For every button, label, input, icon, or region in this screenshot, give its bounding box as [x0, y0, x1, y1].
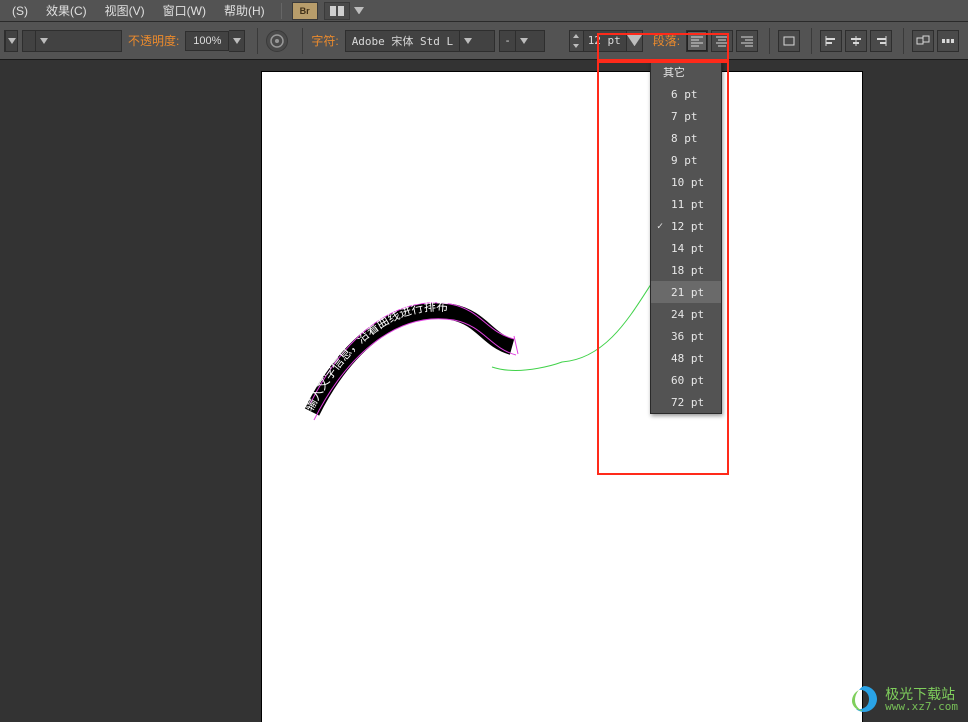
separator — [903, 28, 904, 54]
font-size-menu-item-label: 6 pt — [671, 88, 698, 101]
character-label[interactable]: 字符: — [311, 32, 338, 49]
font-size-menu-item[interactable]: 24 pt — [651, 303, 721, 325]
align-left-button[interactable] — [686, 30, 708, 52]
font-size-menu-item[interactable]: 7 pt — [651, 105, 721, 127]
font-size-menu-item-label: 14 pt — [671, 242, 704, 255]
font-size-spinner[interactable]: 12 pt — [569, 30, 643, 52]
recolor-artwork-icon[interactable] — [266, 30, 288, 52]
font-size-menu-item-label: 12 pt — [671, 220, 704, 233]
font-size-menu-item-label: 36 pt — [671, 330, 704, 343]
menubar-separator — [281, 3, 282, 19]
font-size-menu-item[interactable]: 21 pt — [651, 281, 721, 303]
font-size-menu-item[interactable]: 10 pt — [651, 171, 721, 193]
font-size-step-down[interactable] — [570, 41, 583, 51]
paragraph-label[interactable]: 段落: — [653, 32, 680, 49]
font-size-menu-item[interactable]: 9 pt — [651, 149, 721, 171]
distribute-button[interactable] — [937, 30, 959, 52]
menu-window[interactable]: 窗口(W) — [155, 0, 214, 21]
arrange-dropdown-icon[interactable] — [354, 2, 364, 20]
options-bar: 不透明度: 100% 字符: Adobe 宋体 Std L - 12 pt 段落… — [0, 22, 968, 60]
font-size-step-up[interactable] — [570, 31, 583, 41]
font-size-value[interactable]: 12 pt — [584, 31, 626, 51]
font-size-menu-item[interactable]: 60 pt — [651, 369, 721, 391]
font-size-menu-item[interactable]: ✓ 12 pt — [651, 215, 721, 237]
artwork-svg: 输入文字信息，沿着曲线进行排布 — [262, 72, 862, 722]
font-size-menu-item-label: 10 pt — [671, 176, 704, 189]
opacity-dropdown-arrow[interactable] — [229, 30, 245, 52]
arrange-documents-icon[interactable] — [324, 2, 350, 20]
font-family-value: Adobe 宋体 Std L — [346, 33, 459, 49]
menubar: (S) 效果(C) 视图(V) 窗口(W) 帮助(H) Br — [0, 0, 968, 22]
menu-select[interactable]: (S) — [4, 2, 36, 20]
stroke-dropdown[interactable] — [22, 30, 122, 52]
font-size-menu-item[interactable]: 8 pt — [651, 127, 721, 149]
fill-color-dropdown[interactable] — [4, 30, 18, 52]
font-size-menu-other[interactable]: 其它 — [651, 61, 721, 83]
font-size-menu-item[interactable]: 14 pt — [651, 237, 721, 259]
transform-button[interactable] — [778, 30, 800, 52]
font-size-menu-item-label: 21 pt — [671, 286, 704, 299]
font-variant-value: - — [500, 35, 516, 47]
separator — [302, 28, 303, 54]
opacity-input[interactable]: 100% — [185, 31, 229, 51]
bridge-icon[interactable]: Br — [292, 2, 318, 20]
font-size-menu-item-label: 18 pt — [671, 264, 704, 277]
font-size-menu-item-label: 11 pt — [671, 198, 704, 211]
align-right-button[interactable] — [736, 30, 758, 52]
font-size-dropdown-arrow[interactable] — [626, 31, 642, 51]
align-center-button[interactable] — [711, 30, 733, 52]
font-size-menu-item[interactable]: 11 pt — [651, 193, 721, 215]
font-variant-dropdown[interactable]: - — [499, 30, 545, 52]
font-size-menu-item[interactable]: 36 pt — [651, 325, 721, 347]
align-objects-left-button[interactable] — [820, 30, 842, 52]
font-family-dropdown[interactable]: Adobe 宋体 Std L — [345, 30, 495, 52]
menu-effect[interactable]: 效果(C) — [38, 0, 95, 21]
font-size-menu-item-label: 24 pt — [671, 308, 704, 321]
check-icon: ✓ — [657, 221, 663, 232]
font-size-menu-item[interactable]: 48 pt — [651, 347, 721, 369]
font-size-menu-item[interactable]: 6 pt — [651, 83, 721, 105]
font-size-menu-item-label: 7 pt — [671, 110, 698, 123]
font-size-menu-item-label: 9 pt — [671, 154, 698, 167]
font-size-menu-item[interactable]: 72 pt — [651, 391, 721, 413]
font-size-menu-item-label: 60 pt — [671, 374, 704, 387]
font-size-menu-item-label: 72 pt — [671, 396, 704, 409]
artboard[interactable]: 输入文字信息，沿着曲线进行排布 — [262, 72, 862, 722]
separator — [769, 28, 770, 54]
opacity-label: 不透明度: — [128, 32, 179, 49]
align-objects-center-button[interactable] — [845, 30, 867, 52]
font-size-menu-item-label: 48 pt — [671, 352, 704, 365]
menu-help[interactable]: 帮助(H) — [216, 0, 273, 21]
font-size-menu-item-label: 8 pt — [671, 132, 698, 145]
separator — [257, 28, 258, 54]
font-size-menu[interactable]: 其它 6 pt 7 pt 8 pt 9 pt 10 pt 11 pt ✓ 12 pt 14 pt… — [650, 60, 722, 414]
font-size-menu-item[interactable]: 18 pt — [651, 259, 721, 281]
align-objects-right-button[interactable] — [870, 30, 892, 52]
menu-view[interactable]: 视图(V) — [97, 0, 153, 21]
separator — [811, 28, 812, 54]
isolate-group-button[interactable] — [912, 30, 934, 52]
canvas-area[interactable]: 输入文字信息，沿着曲线进行排布 — [0, 60, 968, 722]
